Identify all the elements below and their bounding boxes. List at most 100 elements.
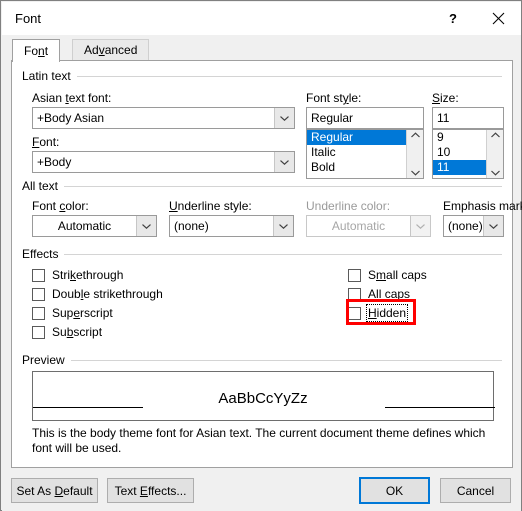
group-effects: Effects xyxy=(22,247,514,261)
list-item[interactable]: 11 xyxy=(433,160,486,175)
asian-text-font-label: Asian text font: xyxy=(32,91,112,105)
preview-note: This is the body theme font for Asian te… xyxy=(32,426,486,455)
emphasis-mark-value: (none) xyxy=(448,219,483,233)
group-label-latin-text: Latin text xyxy=(22,69,71,83)
checkbox-box[interactable] xyxy=(32,287,45,301)
scroll-down-icon[interactable] xyxy=(490,170,500,176)
font-style-options: Regular Italic Bold xyxy=(307,130,406,178)
checkbox-double-strikethrough[interactable]: Double strikethrough xyxy=(32,286,163,302)
group-rule xyxy=(76,75,502,77)
checkbox-box[interactable] xyxy=(348,287,361,301)
group-all-text: All text xyxy=(22,179,514,193)
close-button[interactable] xyxy=(476,3,520,34)
size-scrollbar[interactable] xyxy=(486,130,503,178)
checkbox-label: Superscript xyxy=(52,306,113,320)
underline-color-label: Underline color: xyxy=(306,199,391,213)
checkbox-box[interactable] xyxy=(348,268,361,282)
dialog-title: Font xyxy=(15,11,42,26)
checkbox-all-caps[interactable]: All caps xyxy=(348,286,410,302)
checkbox-label: All caps xyxy=(368,287,411,301)
question-mark-icon: ? xyxy=(449,11,457,26)
group-preview: Preview xyxy=(22,353,514,367)
title-bar: Font ? xyxy=(2,2,521,35)
help-button[interactable]: ? xyxy=(431,3,475,34)
font-combo[interactable]: +Body xyxy=(32,151,295,173)
list-item[interactable]: 10 xyxy=(433,145,486,160)
font-value: +Body xyxy=(37,155,72,169)
size-options: 9 10 11 xyxy=(433,130,486,178)
font-dialog: Font ? Font Advanced Latin text Asian te… xyxy=(0,0,522,511)
list-item[interactable]: Regular xyxy=(307,130,406,145)
checkbox-box[interactable] xyxy=(32,268,45,282)
chevron-down-icon[interactable] xyxy=(483,216,503,236)
underline-style-label: Underline style: xyxy=(169,199,252,213)
checkbox-strikethrough[interactable]: Strikethrough xyxy=(32,267,123,283)
chevron-down-icon[interactable] xyxy=(136,216,156,236)
asian-text-font-combo[interactable]: +Body Asian xyxy=(32,107,295,129)
list-item[interactable]: Italic xyxy=(307,145,406,160)
group-rule xyxy=(70,359,502,361)
size-listbox[interactable]: 9 10 11 xyxy=(432,129,504,179)
emphasis-mark-combo[interactable]: (none) xyxy=(443,215,504,237)
preview-box: AaBbCcYyZz xyxy=(32,371,495,421)
font-color-combo[interactable]: Automatic xyxy=(32,215,157,237)
cancel-button[interactable]: Cancel xyxy=(440,478,511,503)
asian-text-font-value: +Body Asian xyxy=(37,111,105,125)
checkbox-box[interactable] xyxy=(32,325,45,339)
underline-color-combo: Automatic xyxy=(306,215,431,237)
chevron-down-icon[interactable] xyxy=(273,216,293,236)
size-input[interactable]: 11 xyxy=(432,107,504,129)
content-panel: Latin text Asian text font: +Body Asian … xyxy=(11,60,522,468)
checkbox-box[interactable] xyxy=(348,306,361,320)
group-label-all-text: All text xyxy=(22,179,59,193)
checkbox-label: Strikethrough xyxy=(52,268,124,282)
font-color-label: Font color: xyxy=(32,199,89,213)
emphasis-mark-label: Emphasis mark: xyxy=(443,199,522,213)
checkbox-superscript[interactable]: Superscript xyxy=(32,305,113,321)
preview-rule-left xyxy=(33,407,143,408)
group-rule xyxy=(64,253,502,255)
tab-advanced[interactable]: Advanced xyxy=(72,39,150,61)
chevron-down-icon[interactable] xyxy=(274,152,294,172)
set-as-default-button[interactable]: Set As Default xyxy=(11,478,98,503)
checkbox-subscript[interactable]: Subscript xyxy=(32,324,102,340)
text-effects-button[interactable]: Text Effects... xyxy=(107,478,194,503)
font-style-scrollbar[interactable] xyxy=(406,130,423,178)
checkbox-small-caps[interactable]: Small caps xyxy=(348,267,427,283)
group-latin-text: Latin text xyxy=(22,69,514,83)
checkbox-label: Subscript xyxy=(52,325,103,339)
size-label: Size: xyxy=(432,91,459,105)
underline-style-combo[interactable]: (none) xyxy=(169,215,294,237)
checkbox-label: Small caps xyxy=(368,268,427,282)
tab-strip: Font Advanced xyxy=(2,35,521,62)
group-rule xyxy=(64,185,502,187)
checkbox-label: Hidden xyxy=(365,304,409,322)
checkbox-hidden[interactable]: Hidden xyxy=(348,304,409,322)
checkbox-box[interactable] xyxy=(32,306,45,320)
cancel-button-label: Cancel xyxy=(456,483,495,498)
footer-bar: Set As Default Text Effects... OK Cancel xyxy=(2,469,521,511)
group-label-effects: Effects xyxy=(22,247,59,261)
list-item[interactable]: Bold xyxy=(307,160,406,175)
tab-font[interactable]: Font xyxy=(12,39,61,62)
font-style-input[interactable]: Regular xyxy=(306,107,424,129)
underline-style-value: (none) xyxy=(174,219,209,233)
ok-button-label: OK xyxy=(385,483,404,498)
close-icon xyxy=(492,12,504,25)
font-label: Font: xyxy=(32,135,60,149)
font-color-value: Automatic xyxy=(57,219,112,233)
preview-sample-text: AaBbCcYyZz xyxy=(218,390,308,407)
list-item[interactable]: 9 xyxy=(433,130,486,145)
scroll-up-icon[interactable] xyxy=(490,132,500,138)
font-style-listbox[interactable]: Regular Italic Bold xyxy=(306,129,424,179)
chevron-down-icon[interactable] xyxy=(274,108,294,128)
chevron-down-icon xyxy=(410,216,430,236)
scroll-down-icon[interactable] xyxy=(410,170,420,176)
scroll-up-icon[interactable] xyxy=(410,132,420,138)
group-label-preview: Preview xyxy=(22,353,65,367)
ok-button[interactable]: OK xyxy=(359,477,430,504)
underline-color-value: Automatic xyxy=(331,219,386,233)
checkbox-label: Double strikethrough xyxy=(52,287,163,301)
preview-rule-right xyxy=(385,407,495,408)
font-style-label: Font style: xyxy=(306,91,362,105)
